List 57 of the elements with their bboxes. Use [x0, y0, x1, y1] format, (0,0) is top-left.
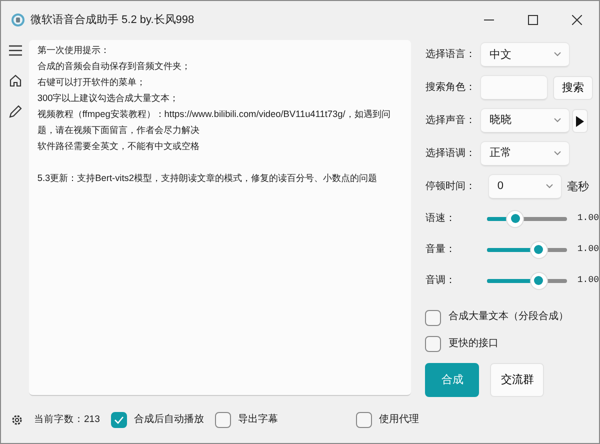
dropdown[interactable]: 中文 [481, 43, 570, 68]
checkmark-icon [114, 416, 124, 424]
play-icon [576, 116, 584, 127]
unit-label: 毫秒 [566, 180, 589, 195]
checkbox-label: 合成后自动播放 [134, 412, 204, 427]
value-reading: 1.00 [577, 212, 599, 226]
text-line: 题，请在视频下面留言，作者会尽力解决 [37, 124, 200, 137]
field-label: 音调： [425, 274, 456, 288]
menu-icon[interactable] [8, 45, 22, 56]
search-button[interactable]: 搜索 [552, 76, 593, 100]
field-label: 停顿时间： [425, 180, 476, 194]
chevron-down-icon [554, 118, 562, 124]
checkbox-label: 使用代理 [379, 412, 419, 427]
field-label: 选择声音： [425, 114, 476, 128]
checkbox-label: 导出字幕 [238, 412, 278, 427]
action-button[interactable]: 交流群 [490, 362, 544, 397]
field-label: 音量： [425, 242, 456, 257]
pencil-icon[interactable] [8, 105, 22, 118]
checkbox[interactable] [214, 412, 231, 428]
close-icon[interactable] [572, 15, 582, 25]
slider-thumb[interactable] [507, 210, 524, 227]
text-line: 视频教程（ffmpeg安装教程）：https://www.bilibili.com/video/BV11u411t73g/，如遇到问 [37, 108, 392, 121]
search-field[interactable] [481, 76, 548, 100]
text-line: 300字以上建议勾选合成大量文本； [37, 92, 180, 105]
field-label: 语速： [425, 212, 456, 226]
text-line: 合成的音频会自动保存到音频文件夹； [37, 60, 192, 73]
field-label: 搜索角色： [425, 80, 476, 95]
home-icon[interactable] [8, 74, 22, 87]
dropdown[interactable]: 正常 [481, 142, 570, 166]
field-label: 选择语调： [425, 146, 476, 161]
checkbox[interactable] [356, 412, 372, 428]
checkbox-label: 更快的接口 [448, 336, 498, 351]
char-count: 当前字数：213 [34, 412, 100, 427]
checkbox[interactable] [425, 310, 442, 326]
chevron-down-icon [546, 184, 554, 189]
text-line: 5.3更新：支持Bert-vits2模型，支持朗读文章的模式，修复的读百分号、小数点的问题 [37, 172, 378, 185]
play-button[interactable] [572, 109, 588, 134]
app-icon [11, 13, 25, 27]
checkbox[interactable] [110, 412, 127, 428]
chevron-down-icon [554, 151, 562, 156]
window-title: 微软语音合成助手 5.2 by.长风998 [30, 12, 194, 28]
slider-thumb[interactable] [530, 242, 547, 258]
slider-thumb[interactable] [530, 272, 547, 289]
text-editor[interactable] [29, 40, 412, 396]
maximize-icon[interactable] [528, 15, 538, 25]
chevron-down-icon [554, 52, 562, 58]
field-label: 选择语言： [425, 48, 476, 62]
checkbox-label: 合成大量文本（分段合成） [448, 310, 568, 324]
settings-icon[interactable] [11, 414, 23, 426]
dropdown[interactable]: 晓晓 [481, 109, 570, 134]
text-line: 软件路径需要全英文，不能有中文或空格 [37, 140, 200, 153]
checkbox[interactable] [425, 336, 442, 352]
value-reading: 1.00 [577, 274, 599, 288]
text-line: 右键可以打开软件的菜单； [37, 76, 146, 89]
text-line: 第一次使用提示： [37, 44, 110, 57]
dropdown[interactable]: 0 [489, 174, 562, 199]
value-reading: 1.00 [577, 243, 599, 256]
